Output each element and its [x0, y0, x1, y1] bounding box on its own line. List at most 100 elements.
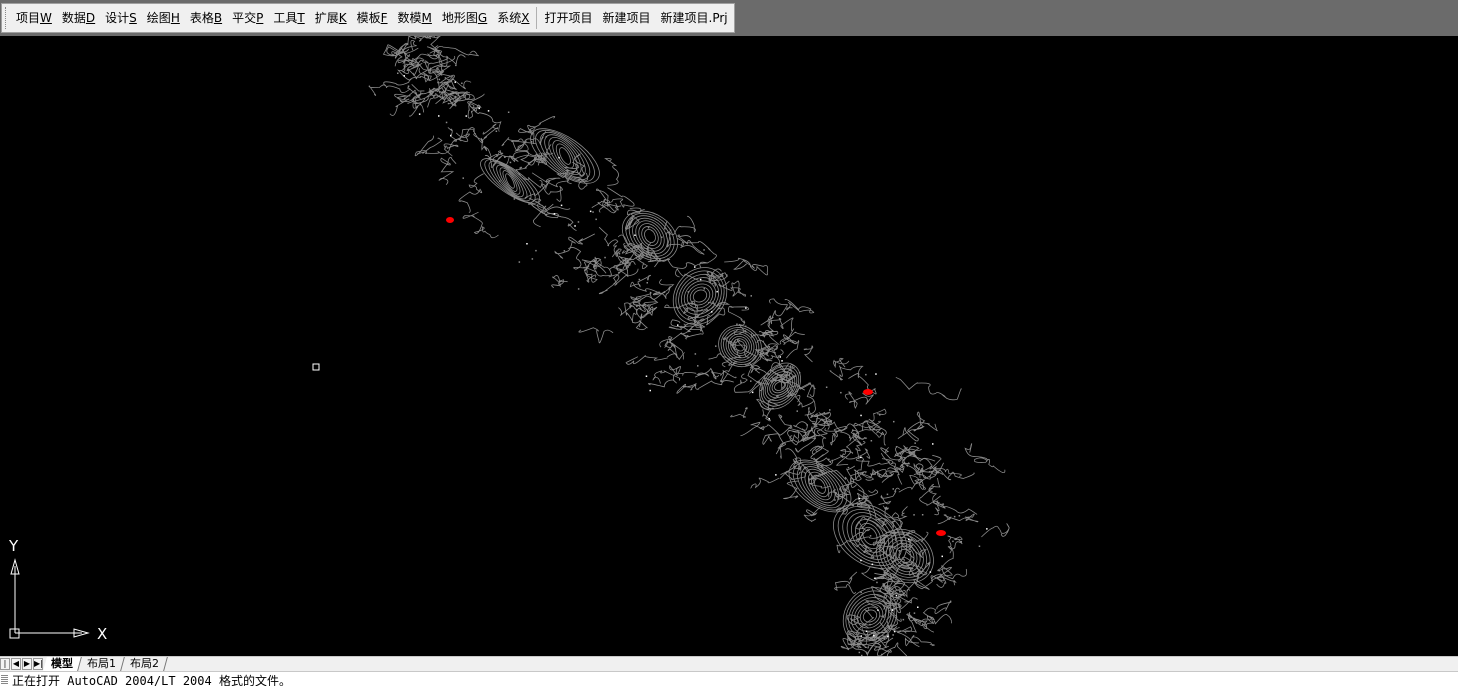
prev-tab-button[interactable]: ◀	[11, 658, 21, 670]
elevation-point	[592, 211, 594, 213]
menu-item-g[interactable]: 地形图G	[437, 7, 492, 29]
new-project-button[interactable]: 新建项目	[598, 7, 656, 29]
elevation-point	[849, 436, 851, 439]
contour-line	[759, 402, 775, 422]
contour-line	[480, 137, 500, 159]
elevation-point	[711, 273, 714, 275]
elevation-point	[960, 541, 962, 543]
menu-item-accelerator: X	[521, 11, 530, 25]
menu-item-d[interactable]: 数据D	[57, 7, 100, 29]
contour-line	[833, 357, 850, 368]
menu-item-k[interactable]: 扩展K	[310, 7, 352, 29]
elevation-point	[553, 213, 556, 215]
menu-item-t[interactable]: 工具T	[268, 7, 309, 29]
elevation-point	[487, 110, 490, 112]
elevation-point	[902, 618, 905, 621]
contour-line	[462, 211, 499, 239]
tab-model[interactable]: 模型	[43, 657, 82, 671]
menu-item-accelerator: W	[40, 11, 52, 25]
elevation-point	[531, 258, 534, 260]
elevation-point	[604, 256, 606, 259]
menu-item-label: 设计	[105, 11, 130, 25]
last-tab-button[interactable]: ▶|	[33, 658, 43, 670]
elevation-point	[871, 563, 874, 566]
elevation-point	[825, 386, 828, 388]
elevation-point	[703, 249, 705, 251]
menu-item-label: 绘图	[146, 11, 171, 25]
elevation-point	[952, 540, 954, 543]
elevation-point	[893, 630, 896, 633]
elevation-point	[445, 121, 448, 124]
elevation-point	[895, 582, 898, 585]
elevation-point	[545, 136, 548, 138]
elevation-point	[744, 325, 747, 328]
elevation-point	[589, 210, 592, 213]
elevation-point	[860, 635, 862, 637]
menu-item-label: 项目	[16, 11, 41, 25]
tab-layout1-label: 布局1	[87, 657, 116, 670]
elevation-point	[669, 229, 672, 231]
contour-line	[554, 233, 595, 259]
command-line-text: 正在打开 AutoCAD 2004/LT 2004 格式的文件。	[12, 674, 291, 686]
elevation-point	[940, 574, 942, 576]
elevation-point	[711, 311, 713, 313]
contour-line	[834, 571, 858, 594]
menu-item-s[interactable]: 设计S	[100, 7, 142, 29]
elevation-point	[865, 373, 867, 376]
elevation-point	[858, 651, 861, 654]
next-tab-button[interactable]: ▶	[22, 658, 32, 670]
elevation-point	[852, 429, 854, 431]
menu-item-m[interactable]: 数模M	[393, 7, 437, 29]
contour-line	[781, 331, 805, 359]
contour-line	[803, 507, 820, 522]
elevation-point	[519, 167, 521, 169]
menu-item-f[interactable]: 模板F	[352, 7, 393, 29]
tab-layout1[interactable]: 布局1	[79, 657, 125, 671]
contour-line	[438, 156, 457, 185]
elevation-point	[418, 113, 421, 115]
cursor-pickbox	[312, 363, 320, 371]
elevation-point	[649, 389, 651, 392]
menu-item-b[interactable]: 表格B	[185, 7, 227, 29]
contour-line	[760, 298, 788, 326]
tab-layout2[interactable]: 布局2	[122, 657, 168, 671]
red-marker	[936, 530, 946, 536]
contour-line	[480, 123, 499, 142]
contour-line	[675, 268, 699, 281]
menu-item-h[interactable]: 绘图H	[142, 7, 185, 29]
contour-line	[904, 635, 935, 647]
contour-line	[750, 477, 780, 489]
ucs-x-label: X	[97, 625, 107, 643]
contour-line	[727, 305, 750, 335]
elevation-point	[858, 497, 861, 500]
elevation-point	[528, 203, 530, 205]
elevation-point	[796, 410, 798, 412]
new-project-prj-button[interactable]: 新建项目.Prj	[656, 7, 733, 29]
ucs-y-label: Y	[8, 537, 19, 555]
elevation-point	[694, 353, 697, 355]
elevation-point	[887, 577, 889, 579]
elevation-point	[574, 225, 576, 227]
contour-line	[783, 480, 799, 500]
first-tab-button[interactable]: |◀	[0, 658, 10, 678]
elevation-point	[397, 72, 399, 74]
contour-line	[551, 275, 568, 289]
elevation-point	[914, 442, 916, 444]
contour-ring	[842, 587, 898, 645]
menu-item-label: 系统	[497, 11, 522, 25]
open-project-button[interactable]: 打开项目	[539, 7, 597, 29]
contour-line	[829, 365, 864, 381]
drawing-canvas[interactable]: Y X	[0, 36, 1458, 656]
elevation-point	[645, 375, 648, 377]
contour-line	[740, 421, 792, 437]
contour-line	[908, 445, 936, 462]
elevation-point	[892, 488, 894, 490]
menu-item-p[interactable]: 平交P	[227, 7, 268, 29]
elevation-point	[938, 569, 941, 572]
toolbar-grip[interactable]	[5, 7, 9, 29]
menu-item-w[interactable]: 项目W	[11, 7, 57, 29]
menu-item-x[interactable]: 系统X	[492, 7, 534, 29]
command-line[interactable]: 正在打开 AutoCAD 2004/LT 2004 格式的文件。	[0, 671, 1458, 686]
elevation-point	[407, 85, 410, 87]
contour-line	[458, 127, 484, 144]
